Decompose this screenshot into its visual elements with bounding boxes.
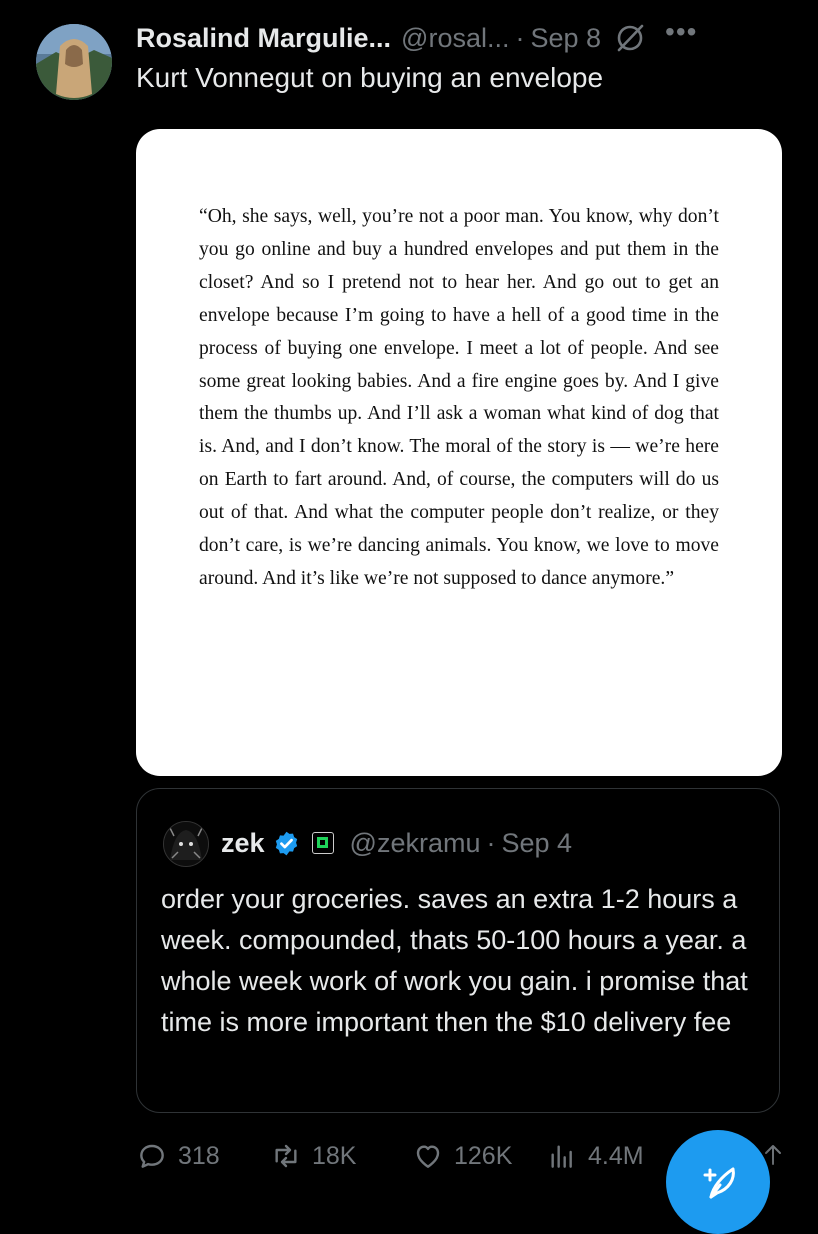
tweet-text: Kurt Vonnegut on buying an envelope [136,62,604,93]
reply-icon [140,1144,164,1168]
compose-button[interactable] [666,1130,770,1234]
more-icon[interactable]: ••• [665,16,697,48]
avatar-image [36,24,112,100]
views-icon [551,1145,572,1168]
views-count: 4.4M [588,1141,644,1170]
quoted-tweet[interactable]: zek @zekramu · Sep 4 order your grocerie… [136,788,780,1113]
like-icon [416,1145,440,1168]
like-button[interactable]: 126K [412,1140,512,1172]
like-count: 126K [454,1141,513,1170]
quoted-author-avatar[interactable] [163,821,209,867]
grok-icon[interactable] [615,23,645,53]
tweet-media[interactable]: “Oh, she says, well, you’re not a poor m… [136,129,782,776]
tweet-header: Rosalind Margulie... @rosal... · Sep 8 •… [136,16,798,56]
separator: · [486,827,496,858]
author-name[interactable]: Rosalind Margulie... [136,23,391,54]
compose-icon [703,1167,735,1199]
media-quote-text: “Oh, she says, well, you’re not a poor m… [199,206,719,589]
author-handle[interactable]: @rosal... [401,23,509,54]
author-avatar[interactable] [36,24,112,100]
quoted-author-name[interactable]: zek [221,828,265,859]
verified-icon [275,831,297,855]
quoted-tweet-date[interactable]: Sep 4 [502,828,573,859]
quoted-tweet-header: zek @zekramu · Sep 4 [221,821,572,865]
tweet-date[interactable]: Sep 8 [530,23,601,54]
quoted-author-handle[interactable]: @zekramu [350,828,481,859]
repost-button[interactable]: 18K [270,1140,356,1172]
repost-count: 18K [312,1141,357,1170]
reply-button[interactable]: 318 [136,1140,220,1172]
reply-count: 318 [178,1141,220,1170]
repost-icon [275,1144,297,1168]
quoted-tweet-text: order your groceries. saves an extra 1-2… [161,884,748,1037]
views-button[interactable]: 4.4M [546,1140,644,1172]
affiliate-icon[interactable] [311,832,334,854]
separator: · [515,22,525,53]
